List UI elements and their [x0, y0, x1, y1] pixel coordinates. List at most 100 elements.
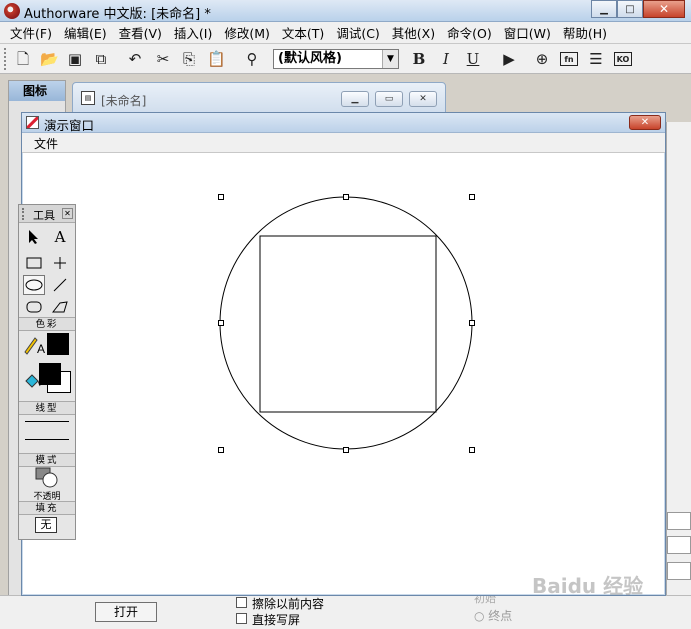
properties-panel-bottom: 打开: [0, 595, 691, 629]
authorware-logo-icon: [4, 3, 20, 19]
presentation-window-icon: [26, 116, 39, 129]
knowledge-objects-button[interactable]: KO: [614, 52, 632, 66]
radio-end-label: 终点: [488, 609, 513, 623]
menubar: 文件(F) 编辑(E) 查看(V) 插入(I) 修改(M) 文本(T) 调试(C…: [0, 22, 691, 44]
italic-button[interactable]: I: [437, 50, 455, 68]
foreground-color-swatch[interactable]: [39, 363, 61, 385]
property-field[interactable]: [667, 536, 691, 554]
bold-button[interactable]: B: [410, 50, 428, 68]
direct-to-screen-checkbox[interactable]: [236, 613, 247, 624]
resize-handle[interactable]: [469, 320, 475, 326]
menu-command[interactable]: 命令(O): [441, 23, 498, 42]
properties-strip: [666, 122, 691, 595]
menu-edit[interactable]: 编辑(E): [58, 23, 113, 42]
menu-window[interactable]: 窗口(W): [498, 23, 557, 42]
chevron-down-icon[interactable]: ▼: [382, 50, 398, 68]
find-icon[interactable]: ⚲: [243, 50, 261, 68]
tools-panel-header[interactable]: 工具 ✕: [19, 205, 75, 223]
erase-previous-label: 擦除以前内容: [252, 597, 325, 611]
design-minimize-button[interactable]: ▁: [341, 91, 369, 107]
drawn-circle[interactable]: [219, 196, 473, 450]
diagonal-line-tool-icon[interactable]: [49, 275, 71, 295]
open-button[interactable]: 打开: [95, 602, 157, 622]
line-color-swatch[interactable]: [47, 333, 69, 355]
tools-panel: 工具 ✕ A 色彩 A 线型 模式 不透明 填充 无: [18, 204, 76, 540]
menu-debug[interactable]: 调试(C): [330, 23, 385, 42]
app-title: Authorware 中文版: [未命名] *: [24, 7, 211, 22]
property-field[interactable]: [667, 562, 691, 580]
functions-button[interactable]: fn: [560, 52, 578, 66]
presentation-titlebar: 演示窗口 ✕: [22, 113, 665, 133]
presentation-window: 演示窗口 ✕ 文件: [21, 112, 666, 596]
resize-handle[interactable]: [469, 447, 475, 453]
presentation-window-title: 演示窗口: [44, 118, 95, 133]
toolbar-grip: [4, 48, 10, 70]
tools-panel-title: 工具: [33, 209, 55, 222]
line-section-header: 线型: [19, 401, 75, 415]
color-section-header: 色彩: [19, 317, 75, 331]
presentation-canvas[interactable]: [22, 154, 665, 595]
erase-previous-checkbox[interactable]: [236, 597, 247, 608]
text-tool-icon[interactable]: A: [49, 227, 71, 247]
menu-help[interactable]: 帮助(H): [557, 23, 613, 42]
svg-text:A: A: [37, 342, 45, 355]
menu-text[interactable]: 文本(T): [276, 23, 330, 42]
presentation-close-button[interactable]: ✕: [629, 115, 661, 130]
property-field[interactable]: [667, 512, 691, 530]
resize-handle[interactable]: [218, 320, 224, 326]
resize-handle[interactable]: [469, 194, 475, 200]
ellipse-tool-icon[interactable]: [23, 275, 45, 295]
control-panel-icon[interactable]: ⊕: [533, 50, 551, 68]
minimize-button[interactable]: ▁: [591, 0, 617, 18]
mode-opaque-icon[interactable]: [35, 467, 59, 489]
resize-handle[interactable]: [343, 447, 349, 453]
fill-value-box[interactable]: 无: [35, 517, 57, 533]
text-style-value: (默认风格): [278, 51, 342, 66]
panel-grip-icon[interactable]: [22, 208, 28, 220]
flowline-icon: ▤: [81, 91, 95, 105]
line-style-thin[interactable]: [25, 421, 69, 422]
maximize-button[interactable]: □: [617, 0, 643, 18]
underline-button[interactable]: U: [464, 50, 482, 68]
open-folder-icon[interactable]: 📂: [40, 50, 59, 68]
text-style-select[interactable]: (默认风格) ▼: [273, 49, 399, 69]
save-all-icon[interactable]: ▣: [66, 50, 84, 68]
new-file-icon[interactable]: 🗋: [14, 50, 32, 68]
design-maximize-button[interactable]: ▭: [375, 91, 403, 107]
presentation-menu-file[interactable]: 文件: [34, 135, 58, 152]
menu-insert[interactable]: 插入(I): [168, 23, 218, 42]
fill-section-header: 填充: [19, 501, 75, 515]
resize-handle[interactable]: [343, 194, 349, 200]
crosshair-line-tool-icon[interactable]: [49, 253, 71, 273]
tools-close-icon[interactable]: ✕: [62, 208, 73, 219]
direct-to-screen-label: 直接写屏: [252, 613, 301, 627]
restart-icon[interactable]: ▶: [500, 50, 518, 68]
menu-view[interactable]: 查看(V): [113, 23, 168, 42]
close-button[interactable]: ✕: [643, 0, 685, 18]
pointer-tool-icon[interactable]: [23, 227, 45, 247]
drawn-square[interactable]: [259, 235, 437, 413]
import-icon[interactable]: ⧉: [92, 50, 110, 68]
rounded-rectangle-tool-icon[interactable]: [23, 297, 45, 317]
design-window-title: [未命名]: [101, 94, 147, 108]
paste-icon[interactable]: 📋: [207, 50, 226, 68]
design-close-button[interactable]: ✕: [409, 91, 437, 107]
undo-icon[interactable]: ↶: [126, 50, 144, 68]
pencil-text-color-icon[interactable]: A: [23, 335, 45, 356]
mode-section-header: 模式: [19, 453, 75, 467]
menu-other[interactable]: 其他(X): [386, 23, 441, 42]
resize-handle[interactable]: [218, 447, 224, 453]
window-controls: ▁ □ ✕: [591, 0, 685, 18]
icons-panel-title: 图标: [9, 81, 65, 101]
menu-file[interactable]: 文件(F): [4, 23, 58, 42]
line-style-option[interactable]: [25, 439, 69, 440]
variables-icon[interactable]: ☰: [587, 50, 605, 68]
copy-icon[interactable]: ⎘: [180, 50, 198, 68]
resize-handle[interactable]: [218, 194, 224, 200]
polygon-tool-icon[interactable]: [49, 297, 71, 317]
cut-icon[interactable]: ✂: [154, 50, 172, 68]
radio-end-option[interactable]: ○ 终点: [474, 607, 512, 624]
menu-modify[interactable]: 修改(M): [218, 23, 276, 42]
app-titlebar: Authorware 中文版: [未命名] * ▁ □ ✕: [0, 0, 691, 22]
rectangle-tool-icon[interactable]: [23, 253, 45, 273]
